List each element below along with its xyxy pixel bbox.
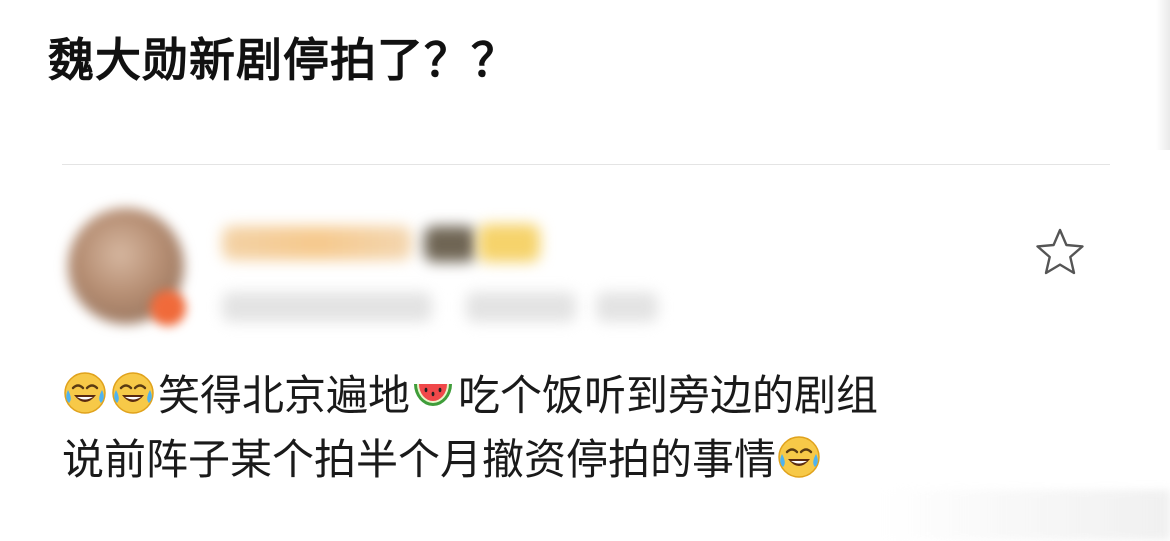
watermelon-emoji-icon [410,370,456,416]
comment-line: 笑得北京遍地 吃个饭听到旁边的剧组 [62,364,1122,428]
divider [62,164,1110,165]
post-page: 魏大勋新剧停拍了？？ 笑得北京遍地 吃个饭听到旁边的剧组 说前阵子某个拍半个月撤… [0,0,1170,541]
comment-meta-blurred [466,292,576,322]
comment-text: 笑得北京遍地 吃个饭听到旁边的剧组 说前阵子某个拍半个月撤资停拍的事情 [62,364,1122,492]
comment-text-segment: 吃个饭听到旁边的剧组 [458,371,879,420]
laugh-cry-emoji-icon [110,370,156,416]
laugh-cry-emoji-icon [62,370,108,416]
watermark-blurred [880,490,1170,540]
user-badge-blurred [424,226,476,262]
user-level-blurred [478,224,540,262]
comment-text-segment: 说前阵子某个拍半个月撤资停拍的事情 [62,435,777,484]
comment-text-segment: 笑得北京遍地 [158,371,411,420]
comment-meta-blurred [596,292,658,322]
star-outline-icon [1034,226,1086,278]
laugh-cry-emoji-icon [776,434,822,480]
avatar-badge [150,290,186,326]
comment-meta-blurred [222,292,432,322]
comment-line: 说前阵子某个拍半个月撤资停拍的事情 [62,428,1122,492]
post-title: 魏大勋新剧停拍了？？ [48,33,518,87]
username-blurred[interactable] [222,226,412,260]
scroll-edge [1156,0,1170,150]
star-button[interactable] [1034,226,1086,278]
